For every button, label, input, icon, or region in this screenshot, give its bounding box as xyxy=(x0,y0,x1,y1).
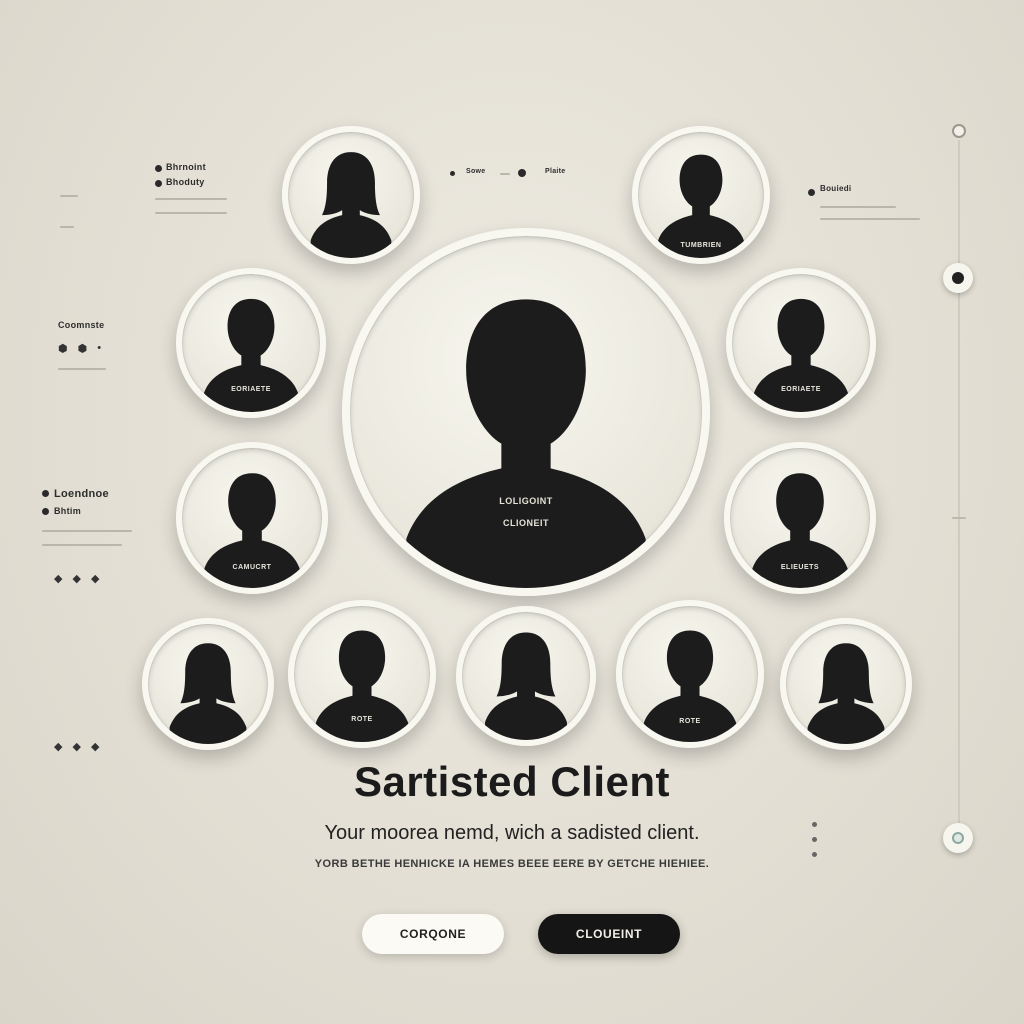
primary-button[interactable]: CLOUEINT xyxy=(538,914,680,954)
avatar-right-1[interactable]: EORIAETE xyxy=(726,268,876,418)
person-icon xyxy=(148,624,268,744)
page-dot[interactable] xyxy=(812,852,817,857)
bullet-icon xyxy=(155,180,162,187)
avatar-right-2[interactable]: ELIEUETS xyxy=(724,442,876,594)
slider-track[interactable] xyxy=(958,140,960,830)
star-icon: ◆ xyxy=(54,741,63,753)
star-icon: ◆ xyxy=(72,741,81,753)
star-icon: ◆ xyxy=(54,573,63,585)
divider-line xyxy=(42,530,132,532)
left-label-2: Bhoduty xyxy=(166,177,205,187)
left-label-4: Loendnoe xyxy=(54,488,109,500)
top-center-label-2: Plaite xyxy=(545,168,566,175)
bullet-icon xyxy=(155,165,162,172)
divider-line xyxy=(155,198,227,200)
avatar-caption: ROTE xyxy=(351,716,373,723)
star-icon-row: ◆ ◆ ◆ xyxy=(54,572,99,585)
avatar-left-1[interactable]: EORIAETE xyxy=(176,268,326,418)
featured-caption-2: CLIONEIT xyxy=(503,518,549,528)
person-icon xyxy=(462,612,590,740)
divider-line xyxy=(820,218,920,220)
shield-icon-row: ⬢ ⬢ • xyxy=(58,342,101,355)
bullet-icon xyxy=(42,490,49,497)
left-label-5: Bhtim xyxy=(54,506,81,516)
page-subtitle: Your moorea nemd, wich a sadisted client… xyxy=(324,822,700,844)
divider-line xyxy=(155,212,227,214)
avatar-caption: ROTE xyxy=(679,718,701,725)
tick-mark xyxy=(952,517,966,519)
avatar-featured[interactable]: LOLIGOINT CLIONEIT xyxy=(342,228,710,596)
page-title: Sartisted Client xyxy=(353,758,671,805)
star-icon-row: ◆ ◆ ◆ xyxy=(54,740,99,753)
avatar-caption: ELIEUETS xyxy=(780,564,820,571)
shield-icon: ⬢ xyxy=(77,343,88,355)
secondary-button[interactable]: CORQONE xyxy=(362,914,504,954)
page-description: YORB BETHE HENHICKE IA HEMES BEEE EERE B… xyxy=(314,858,710,870)
right-label: Bouiedi xyxy=(820,184,852,193)
avatar-caption: CAMUCRT xyxy=(232,564,272,571)
avatar-bottom-1[interactable] xyxy=(142,618,274,750)
avatar-bottom-4[interactable]: ROTE xyxy=(616,600,764,748)
avatar-caption: EORIAETE xyxy=(781,386,821,393)
star-icon: ◆ xyxy=(72,573,81,585)
shield-icon: ⬢ xyxy=(58,343,68,355)
avatar-bottom-3[interactable] xyxy=(456,606,596,746)
bullet-icon xyxy=(808,189,815,196)
slider-top-handle[interactable] xyxy=(952,124,966,138)
avatar-left-2[interactable]: CAMUCRT xyxy=(176,442,328,594)
divider-line xyxy=(58,368,106,370)
bullet-icon xyxy=(518,169,526,177)
avatar-bottom-5[interactable] xyxy=(780,618,912,750)
featured-caption-1: LOLIGOINT xyxy=(499,496,553,506)
divider-line xyxy=(42,544,122,546)
slider-handle[interactable] xyxy=(943,263,973,293)
avatar-caption: EORIAETE xyxy=(231,386,271,393)
star-icon: ◆ xyxy=(90,741,100,753)
star-icon: ◆ xyxy=(90,573,100,585)
left-label-1: Bhrnoint xyxy=(166,162,206,172)
person-icon xyxy=(786,624,906,744)
divider-line xyxy=(60,226,74,228)
top-center-label: Sowe xyxy=(466,168,486,175)
bullet-icon xyxy=(42,508,49,515)
divider-line xyxy=(60,195,78,197)
bullet-icon xyxy=(450,171,455,176)
person-icon xyxy=(350,236,702,588)
divider-line xyxy=(500,173,510,175)
avatar-bottom-2[interactable]: ROTE xyxy=(288,600,436,748)
divider-line xyxy=(820,206,896,208)
dot-icon: • xyxy=(97,342,102,354)
left-label-3: Coomnste xyxy=(58,320,105,330)
